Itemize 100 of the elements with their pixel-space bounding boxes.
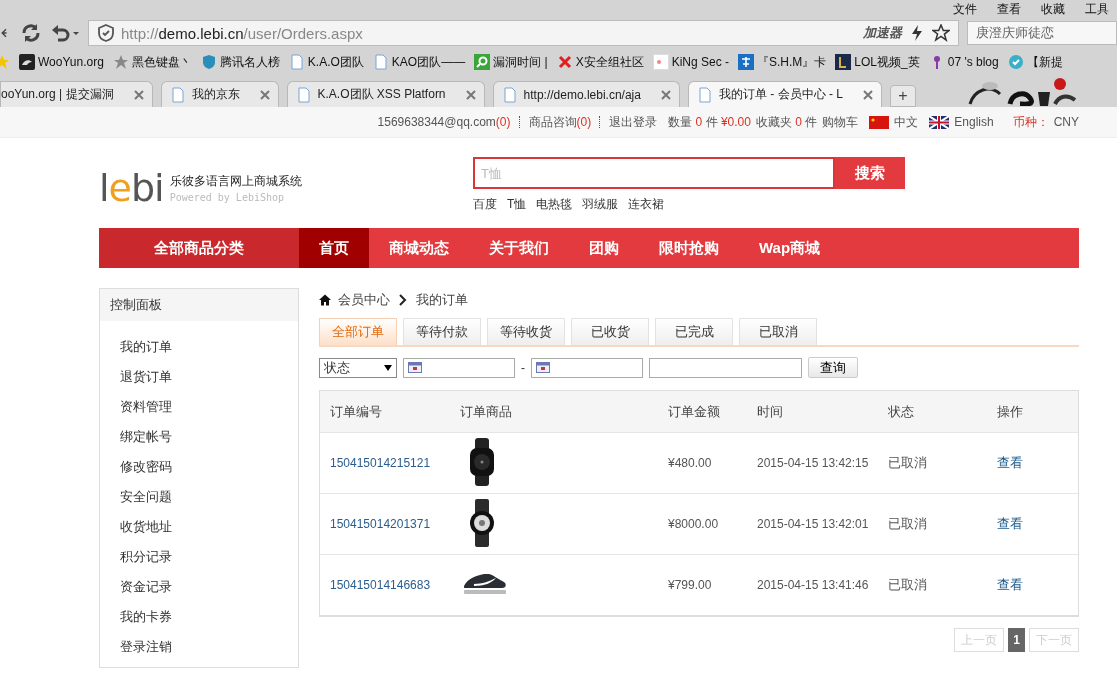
bookmark[interactable]: 漏洞时间 | (474, 53, 548, 71)
table-cell: 2015-04-15 13:42:15 (757, 456, 869, 470)
card-icon (738, 54, 754, 70)
view-link[interactable]: 查看 (997, 576, 1023, 594)
nav-item[interactable]: 商城动态 (369, 228, 469, 268)
hot-word-link[interactable]: T恤 (507, 196, 527, 213)
browser-tab[interactable]: 我的京东 (160, 81, 279, 107)
browser-tab[interactable]: K.A.O团队 XSS Platforn (286, 81, 485, 107)
logo[interactable]: lebi (99, 166, 164, 210)
favorites-link[interactable]: 收藏夹 0 件 (755, 113, 818, 131)
breadcrumb-link[interactable]: 我的订单 (416, 291, 468, 309)
sidebar-item[interactable]: 收货地址 (120, 512, 172, 542)
close-icon[interactable] (862, 89, 873, 100)
language-link[interactable]: English (954, 115, 994, 129)
bookmark[interactable]: LOL视频_英 (835, 53, 920, 71)
consult-link[interactable]: 商品咨询(0) (528, 113, 592, 131)
nav-item[interactable]: 首页 (299, 228, 369, 268)
keyword-field[interactable] (649, 357, 802, 378)
sidebar-item[interactable]: 安全问题 (120, 482, 172, 512)
search-field[interactable]: T恤 (473, 157, 835, 189)
browser-tab[interactable]: 我的订单 - 会员中心 - L (687, 81, 882, 107)
nav-item[interactable]: 关于我们 (469, 228, 569, 268)
page-icon (372, 54, 389, 70)
site-icon (19, 54, 35, 70)
sidebar-item[interactable]: 资金记录 (120, 572, 172, 602)
close-icon[interactable] (259, 89, 270, 100)
bookmark[interactable]: 『S.H.M』卡 (738, 53, 827, 71)
table-cell: ¥799.00 (668, 578, 712, 592)
menu-item[interactable]: 收藏 (1039, 0, 1067, 18)
nav-item[interactable]: 限时抢购 (639, 228, 739, 268)
column-header: 状态 (888, 402, 915, 421)
calendar-icon[interactable] (536, 362, 550, 373)
hot-word-link[interactable]: 百度 (473, 196, 497, 213)
browser-tab[interactable]: ooYun.org | 提交漏洞 (0, 81, 153, 107)
calendar-icon[interactable] (408, 362, 422, 373)
star-icon[interactable] (932, 24, 950, 42)
status-select[interactable]: 状态 (319, 357, 397, 378)
order-tab[interactable]: 已取消 (739, 318, 817, 345)
search-field[interactable]: 庚澄庆师徒恋 (967, 21, 1117, 45)
account-link[interactable]: 1569638344@qq.com(0) (377, 115, 511, 129)
view-link[interactable]: 查看 (997, 454, 1023, 472)
bookmark[interactable]: 黑色键盘丶 (112, 53, 192, 71)
home-icon[interactable] (319, 294, 331, 306)
breadcrumb-link[interactable]: 会员中心 (338, 291, 390, 309)
view-link[interactable]: 查看 (997, 515, 1023, 533)
bookmark[interactable]: WooYun.org (19, 54, 104, 70)
currency-value[interactable]: CNY (1053, 115, 1079, 129)
language-link[interactable]: 中文 (894, 113, 919, 131)
order-tab[interactable]: 等待付款 (403, 318, 481, 345)
hot-word-link[interactable]: 羽绒服 (582, 196, 619, 213)
undo-icon[interactable] (50, 22, 80, 44)
hot-word-link[interactable]: 电热毯 (536, 196, 573, 213)
flag-icon (869, 115, 890, 129)
query-button[interactable]: 查询 (808, 357, 858, 378)
star-icon (112, 54, 129, 70)
search-button[interactable]: 搜索 (835, 157, 905, 189)
refresh-icon[interactable] (20, 22, 42, 44)
sidebar-item[interactable]: 退货订单 (120, 362, 172, 392)
order-tab[interactable]: 已收货 (571, 318, 649, 345)
sidebar-item[interactable]: 我的订单 (120, 332, 172, 362)
hot-word-link[interactable]: 连衣裙 (628, 196, 665, 213)
table-cell: ¥8000.00 (668, 517, 719, 531)
nav-item[interactable]: 团购 (569, 228, 639, 268)
sidebar-item[interactable]: 登录注销 (120, 632, 172, 662)
address-bar[interactable]: http://demo.lebi.cn/user/Orders.aspx 加速器 (88, 20, 959, 46)
order-tab[interactable]: 等待收货 (487, 318, 565, 345)
accelerator-label[interactable]: 加速器 (863, 24, 902, 42)
bookmark[interactable]: 【新提 (1007, 53, 1063, 71)
sidebar-item[interactable]: 绑定帐号 (120, 422, 172, 452)
page-button[interactable]: 1 (1008, 628, 1025, 652)
bookmark[interactable]: 腾讯名人榜 (200, 53, 280, 71)
bookmark[interactable]: 07 's blog (928, 54, 999, 70)
order-number-link[interactable]: 150415014146683 (330, 578, 431, 592)
close-icon[interactable] (133, 89, 144, 100)
order-number-link[interactable]: 150415014215121 (330, 456, 431, 470)
date-field[interactable] (403, 357, 515, 378)
close-icon[interactable] (465, 89, 476, 100)
browser-tab[interactable]: http://demo.lebi.cn/aja (492, 81, 680, 107)
bookmark[interactable]: K.A.O团队 (288, 53, 364, 71)
order-number-link[interactable]: 150415014201371 (330, 517, 431, 531)
column-header: 订单编号 (330, 402, 383, 421)
cart-link[interactable]: 购物车 (822, 113, 859, 131)
sidebar-item[interactable]: 我的卡券 (120, 602, 172, 632)
date-field[interactable] (531, 357, 643, 378)
menu-item[interactable]: 文件 (951, 0, 979, 18)
new-tab-button[interactable]: + (889, 85, 916, 107)
bookmark[interactable]: KiNg Sec - (652, 54, 729, 70)
bookmark[interactable]: X安全组社区 (556, 53, 644, 71)
order-tab[interactable]: 已完成 (655, 318, 733, 345)
sidebar-item[interactable]: 资料管理 (120, 392, 172, 422)
menu-item[interactable]: 查看 (995, 0, 1023, 18)
bookmark[interactable]: KAO团队—— (372, 53, 466, 71)
game-icon (835, 54, 852, 70)
close-icon[interactable] (660, 89, 671, 100)
menu-item[interactable]: 工具 (1083, 0, 1111, 18)
logout-link[interactable]: 退出登录 (609, 113, 658, 131)
sidebar-item[interactable]: 修改密码 (120, 452, 172, 482)
sidebar-item[interactable]: 积分记录 (120, 542, 172, 572)
category-menu[interactable]: 全部商品分类 (99, 228, 299, 268)
nav-item[interactable]: Wap商城 (739, 228, 841, 268)
